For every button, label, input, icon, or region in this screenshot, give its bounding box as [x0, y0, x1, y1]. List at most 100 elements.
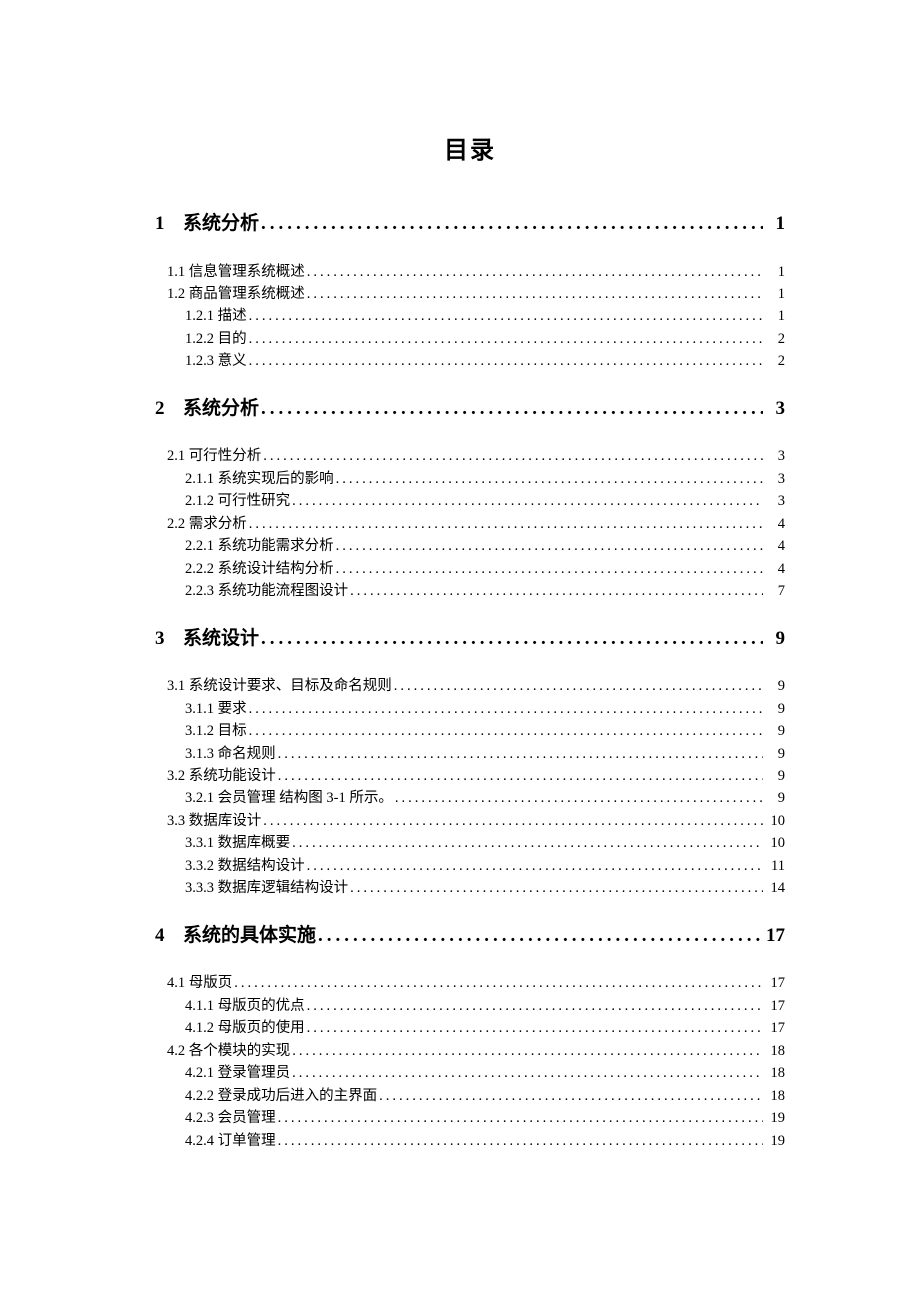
toc-entry-level2[interactable]: 1.1 信息管理系统概述1 — [155, 261, 785, 283]
toc-entry-page: 3 — [765, 395, 785, 424]
toc-entry-page: 3 — [765, 468, 785, 490]
toc-entry-label: 3.3.1 数据库概要 — [185, 832, 290, 854]
toc-dots — [263, 445, 763, 467]
toc-entry-level3[interactable]: 4.2.4 订单管理19 — [155, 1130, 785, 1152]
toc-entry-label: 1.2.3 意义 — [185, 350, 247, 372]
toc-dots — [350, 580, 763, 602]
toc-entry-page: 9 — [765, 765, 785, 787]
toc-entry-level2[interactable]: 3.1 系统设计要求、目标及命名规则 9 — [155, 675, 785, 697]
toc-dots — [278, 1107, 763, 1129]
toc-entry-level3[interactable]: 3.1.1 要求9 — [155, 698, 785, 720]
toc-entry-label: 1.2 商品管理系统概述 — [167, 283, 305, 305]
toc-entry-label: 3.1 系统设计要求、目标及命名规则 — [167, 675, 392, 697]
toc-entry-page: 11 — [765, 855, 785, 877]
toc-entry-level3[interactable]: 3.1.2 目标9 — [155, 720, 785, 742]
toc-entry-page: 1 — [765, 283, 785, 305]
toc-entry-number: 3 — [155, 625, 183, 654]
toc-entry-number: 4 — [155, 922, 183, 951]
toc-entry-label: 1.2.2 目的 — [185, 328, 247, 350]
toc-entry-level1[interactable]: 1系统分析1 — [155, 210, 785, 239]
toc-dots — [261, 210, 763, 239]
toc-entry-level3[interactable]: 3.3.1 数据库概要 10 — [155, 832, 785, 854]
toc-entry-level2[interactable]: 3.3 数据库设计10 — [155, 810, 785, 832]
toc-entry-page: 17 — [765, 972, 785, 994]
toc-entry-level3[interactable]: 3.3.3 数据库逻辑结构设计 14 — [155, 877, 785, 899]
toc-entry-label: 4.2.1 登录管理员 — [185, 1062, 290, 1084]
toc-entry-level3[interactable]: 4.2.3 会员管理19 — [155, 1107, 785, 1129]
toc-entry-label: 系统分析 — [183, 210, 259, 239]
toc-entry-level3[interactable]: 2.2.3 系统功能流程图设计7 — [155, 580, 785, 602]
toc-entry-level2[interactable]: 3.2 系统功能设计9 — [155, 765, 785, 787]
toc-entry-label: 2.1 可行性分析 — [167, 445, 261, 467]
toc-section: 3系统设计93.1 系统设计要求、目标及命名规则93.1.1 要求93.1.2 … — [155, 625, 785, 900]
toc-entry-level3[interactable]: 2.2.2 系统设计结构分析4 — [155, 558, 785, 580]
toc-entry-label: 1.2.1 描述 — [185, 305, 247, 327]
toc-entry-page: 2 — [765, 350, 785, 372]
toc-entry-page: 9 — [765, 675, 785, 697]
toc-entry-level3[interactable]: 2.1.2 可行性研究3 — [155, 490, 785, 512]
toc-entry-level3[interactable]: 1.2.1 描述 1 — [155, 305, 785, 327]
toc-section: 2系统分析32.1 可行性分析32.1.1 系统实现后的影响32.1.2 可行性… — [155, 395, 785, 603]
toc-entry-level3[interactable]: 4.2.1 登录管理员18 — [155, 1062, 785, 1084]
toc-entry-label: 4.1.2 母版页的使用 — [185, 1017, 305, 1039]
toc-entry-label: 4.2.2 登录成功后进入的主界面 — [185, 1085, 377, 1107]
toc-entry-page: 3 — [765, 445, 785, 467]
toc-entry-label: 系统分析 — [183, 395, 259, 424]
toc-dots — [336, 535, 763, 557]
toc-dots — [278, 743, 763, 765]
toc-entry-level3[interactable]: 3.2.1 会员管理 结构图 3-1 所示。9 — [155, 787, 785, 809]
toc-entry-level3[interactable]: 4.1.1 母版页的优点17 — [155, 995, 785, 1017]
toc-entry-level3[interactable]: 3.3.2 数据结构设计11 — [155, 855, 785, 877]
toc-entry-level3[interactable]: 1.2.2 目的 2 — [155, 328, 785, 350]
toc-entry-level3[interactable]: 2.2.1 系统功能需求分析4 — [155, 535, 785, 557]
toc-entry-level2[interactable]: 2.1 可行性分析 3 — [155, 445, 785, 467]
toc-entry-level2[interactable]: 1.2 商品管理系统概述 1 — [155, 283, 785, 305]
toc-dots — [261, 625, 763, 654]
toc-entry-label: 3.1.1 要求 — [185, 698, 247, 720]
toc-dots — [249, 513, 763, 535]
toc-entry-level3[interactable]: 4.2.2 登录成功后进入的主界面18 — [155, 1085, 785, 1107]
toc-entry-level2[interactable]: 4.1 母版页17 — [155, 972, 785, 994]
toc-entry-page: 4 — [765, 558, 785, 580]
toc-entry-level1[interactable]: 2系统分析3 — [155, 395, 785, 424]
toc-dots — [394, 675, 763, 697]
toc-entry-page: 14 — [765, 877, 785, 899]
toc-dots — [249, 328, 763, 350]
toc-entry-label: 系统的具体实施 — [183, 922, 316, 951]
toc-dots — [263, 810, 763, 832]
toc-entry-level1[interactable]: 3系统设计9 — [155, 625, 785, 654]
toc-entry-page: 4 — [765, 513, 785, 535]
toc-dots — [292, 832, 763, 854]
toc-entry-page: 10 — [765, 810, 785, 832]
toc-entry-number: 1 — [155, 210, 183, 239]
toc-dots — [249, 698, 763, 720]
toc-entry-page: 2 — [765, 328, 785, 350]
toc-entry-page: 10 — [765, 832, 785, 854]
toc-entry-level3[interactable]: 1.2.3 意义 2 — [155, 350, 785, 372]
toc-entry-page: 9 — [765, 743, 785, 765]
toc-entry-label: 2.2 需求分析 — [167, 513, 247, 535]
toc-dots — [249, 350, 763, 372]
toc-dots — [292, 1040, 763, 1062]
toc-entry-level1[interactable]: 4系统的具体实施 17 — [155, 922, 785, 951]
toc-entry-label: 3.3.3 数据库逻辑结构设计 — [185, 877, 348, 899]
toc-entry-level3[interactable]: 2.1.1 系统实现后的影响 3 — [155, 468, 785, 490]
toc-section: 4系统的具体实施174.1 母版页174.1.1 母版页的优点174.1.2 母… — [155, 922, 785, 1152]
toc-dots — [350, 877, 763, 899]
toc-dots — [261, 395, 763, 424]
toc-entry-level3[interactable]: 4.1.2 母版页的使用17 — [155, 1017, 785, 1039]
toc-entry-label: 4.2.4 订单管理 — [185, 1130, 276, 1152]
toc-entry-label: 2.1.1 系统实现后的影响 — [185, 468, 334, 490]
toc-dots — [249, 720, 763, 742]
toc-entry-page: 9 — [765, 720, 785, 742]
toc-entry-page: 17 — [765, 922, 785, 951]
toc-dots — [379, 1085, 763, 1107]
table-of-contents: 1系统分析11.1 信息管理系统概述11.2 商品管理系统概述11.2.1 描述… — [155, 210, 785, 1152]
toc-dots — [318, 922, 763, 951]
toc-entry-level2[interactable]: 2.2 需求分析 4 — [155, 513, 785, 535]
toc-entry-level2[interactable]: 4.2 各个模块的实现18 — [155, 1040, 785, 1062]
toc-dots — [307, 855, 763, 877]
toc-dots — [292, 490, 763, 512]
toc-entry-level3[interactable]: 3.1.3 命名规则9 — [155, 743, 785, 765]
toc-entry-page: 1 — [765, 305, 785, 327]
